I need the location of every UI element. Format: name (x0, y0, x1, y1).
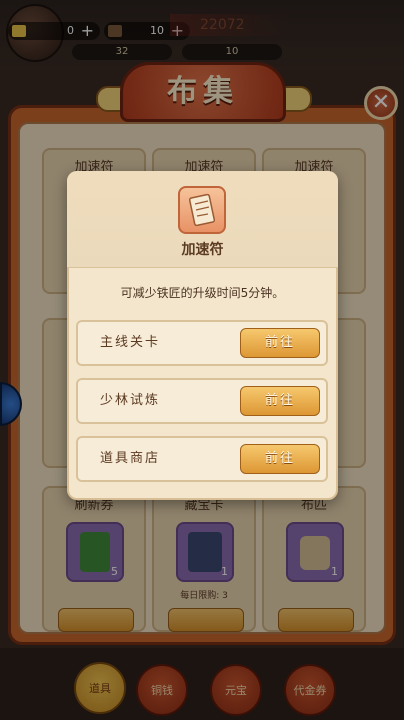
speed-talisman-icon (178, 186, 226, 234)
source-row-shaolin-trial: 少林试炼 前往 (76, 378, 328, 424)
dialog-description: 可减少铁匠的升级时间5分钟。 (120, 286, 285, 300)
goto-button[interactable]: 前往 (240, 386, 320, 416)
source-label: 少林试炼 (100, 393, 161, 408)
goto-button[interactable]: 前往 (240, 444, 320, 474)
source-row-item-shop: 道具商店 前往 (76, 436, 328, 482)
source-row-main-stage: 主线关卡 前往 (76, 320, 328, 366)
dialog-item-name: 加速符 (181, 242, 224, 258)
source-label: 道具商店 (100, 451, 161, 466)
goto-button[interactable]: 前往 (240, 328, 320, 358)
source-label: 主线关卡 (100, 335, 161, 350)
talisman-glyph (188, 193, 216, 227)
